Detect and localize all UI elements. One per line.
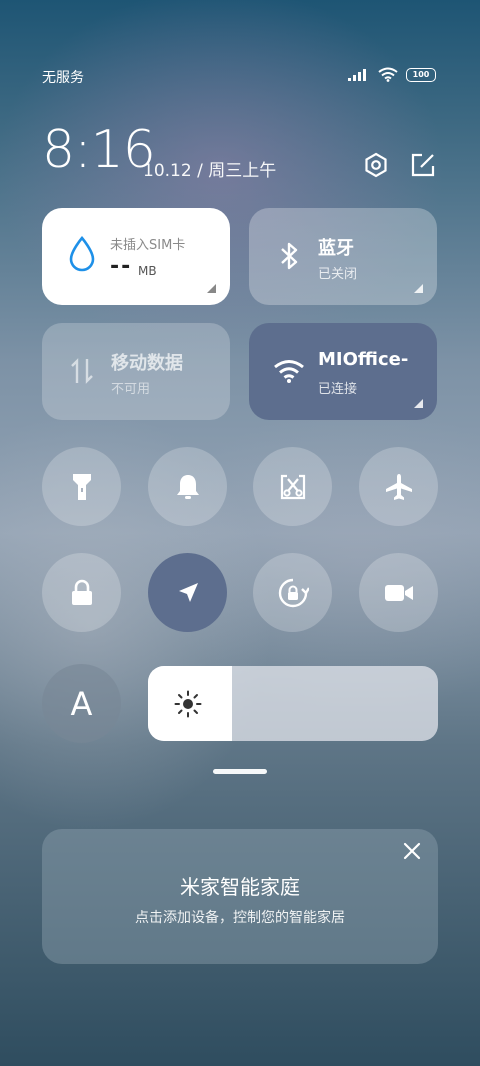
data-usage-unit: MB xyxy=(138,264,157,278)
sim-status-label: 未插入SIM卡 xyxy=(110,238,186,253)
expand-corner-icon xyxy=(414,284,423,293)
mijia-card[interactable]: 米家智能家庭 点击添加设备，控制您的智能家居 xyxy=(42,829,438,964)
data-usage-value: -- xyxy=(110,254,133,279)
wifi-status-icon xyxy=(378,67,398,82)
wifi-tile[interactable]: MIOffice- 已连接 xyxy=(249,323,437,420)
wifi-icon xyxy=(271,353,307,389)
battery-icon: 100 xyxy=(406,67,436,82)
reading-mode-toggle[interactable]: A xyxy=(42,664,121,743)
mobile-data-icon xyxy=(64,353,100,389)
flashlight-icon xyxy=(72,473,91,500)
clock: 8:16 xyxy=(42,120,156,180)
screenshot-toggle[interactable] xyxy=(253,447,332,526)
bluetooth-status: 已关闭 xyxy=(318,267,358,282)
expand-corner-icon xyxy=(207,284,216,293)
drag-handle[interactable] xyxy=(213,769,267,774)
mute-toggle[interactable] xyxy=(148,447,227,526)
screen-recorder-toggle[interactable] xyxy=(359,553,438,632)
airplane-toggle[interactable] xyxy=(359,447,438,526)
bluetooth-tile[interactable]: 蓝牙 已关闭 xyxy=(249,208,437,305)
mobile-data-title: 移动数据 xyxy=(111,353,183,374)
status-icons: 100 xyxy=(348,67,436,82)
edit-button[interactable] xyxy=(408,150,438,180)
screenshot-icon xyxy=(280,474,305,499)
gear-icon xyxy=(365,152,387,178)
bluetooth-title: 蓝牙 xyxy=(318,238,354,259)
expand-corner-icon xyxy=(414,399,423,408)
location-toggle[interactable] xyxy=(148,553,227,632)
lock-screen-toggle[interactable] xyxy=(42,553,121,632)
carrier-label: 无服务 xyxy=(42,70,84,86)
airplane-icon xyxy=(385,473,412,500)
mobile-data-tile[interactable]: 移动数据 不可用 xyxy=(42,323,230,420)
bell-icon xyxy=(176,474,199,499)
bluetooth-icon xyxy=(271,238,307,274)
data-usage-tile[interactable]: 未插入SIM卡 -- MB xyxy=(42,208,230,305)
water-drop-icon xyxy=(64,235,100,272)
wifi-status: 已连接 xyxy=(318,382,358,397)
date-label: 10.12 / 周三上午 xyxy=(143,161,277,181)
close-icon[interactable] xyxy=(402,841,422,861)
mobile-data-status: 不可用 xyxy=(111,382,151,397)
brightness-slider[interactable] xyxy=(148,666,438,741)
video-camera-icon xyxy=(384,584,413,601)
rotation-lock-icon xyxy=(278,578,309,607)
edit-icon xyxy=(411,153,435,177)
font-a-icon: A xyxy=(70,684,93,723)
mijia-title: 米家智能家庭 xyxy=(180,875,300,899)
wifi-network-name: MIOffice- xyxy=(318,349,409,370)
settings-button[interactable] xyxy=(361,150,391,180)
location-icon xyxy=(178,582,198,602)
signal-icon xyxy=(348,69,366,81)
flashlight-toggle[interactable] xyxy=(42,447,121,526)
mijia-subtitle: 点击添加设备，控制您的智能家居 xyxy=(135,910,345,926)
sun-icon xyxy=(174,690,202,718)
rotation-lock-toggle[interactable] xyxy=(253,553,332,632)
lock-icon xyxy=(71,579,92,605)
status-bar: 无服务 100 xyxy=(0,60,480,92)
